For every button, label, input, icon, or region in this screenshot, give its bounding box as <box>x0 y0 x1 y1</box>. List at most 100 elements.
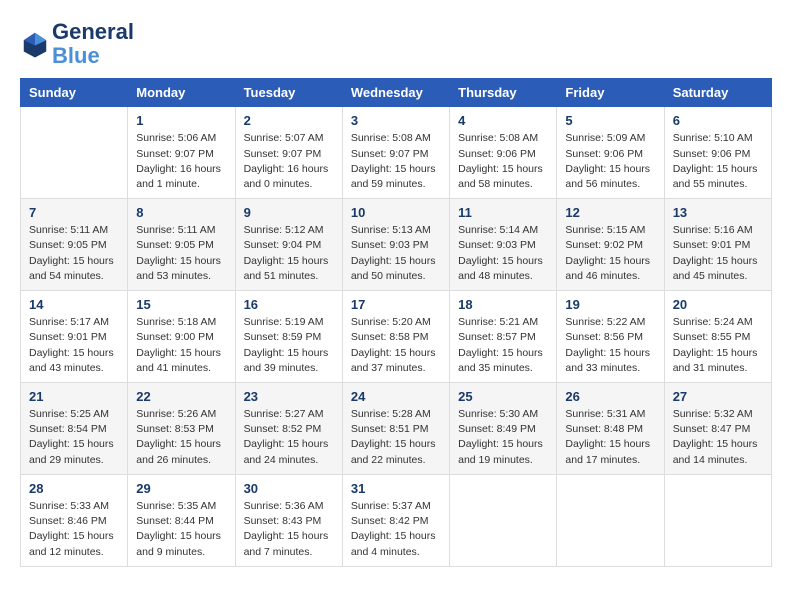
day-info: Sunrise: 5:37 AM Sunset: 8:42 PM Dayligh… <box>351 499 441 560</box>
day-info: Sunrise: 5:07 AM Sunset: 9:07 PM Dayligh… <box>244 131 334 192</box>
day-info: Sunrise: 5:14 AM Sunset: 9:03 PM Dayligh… <box>458 223 548 284</box>
logo: GeneralBlue <box>20 20 134 68</box>
day-info: Sunrise: 5:12 AM Sunset: 9:04 PM Dayligh… <box>244 223 334 284</box>
header-row: SundayMondayTuesdayWednesdayThursdayFrid… <box>21 79 772 107</box>
day-number: 16 <box>244 297 334 312</box>
day-cell: 16 Sunrise: 5:19 AM Sunset: 8:59 PM Dayli… <box>235 291 342 383</box>
day-info: Sunrise: 5:21 AM Sunset: 8:57 PM Dayligh… <box>458 315 548 376</box>
day-number: 11 <box>458 205 548 220</box>
day-number: 6 <box>673 113 763 128</box>
day-cell: 8 Sunrise: 5:11 AM Sunset: 9:05 PM Daylig… <box>128 199 235 291</box>
day-cell: 25 Sunrise: 5:30 AM Sunset: 8:49 PM Dayli… <box>450 383 557 475</box>
day-cell: 2 Sunrise: 5:07 AM Sunset: 9:07 PM Daylig… <box>235 107 342 199</box>
day-info: Sunrise: 5:22 AM Sunset: 8:56 PM Dayligh… <box>565 315 655 376</box>
column-header-thursday: Thursday <box>450 79 557 107</box>
day-cell: 30Sunrise: 5:36 AM Sunset: 8:43 PM Dayli… <box>235 474 342 566</box>
day-cell: 10 Sunrise: 5:13 AM Sunset: 9:03 PM Dayli… <box>342 199 449 291</box>
day-cell: 24 Sunrise: 5:28 AM Sunset: 8:51 PM Dayli… <box>342 383 449 475</box>
day-number: 29 <box>136 481 226 496</box>
day-cell <box>557 474 664 566</box>
day-number: 25 <box>458 389 548 404</box>
day-number: 21 <box>29 389 119 404</box>
day-info: Sunrise: 5:32 AM Sunset: 8:47 PM Dayligh… <box>673 407 763 468</box>
week-row: 28Sunrise: 5:33 AM Sunset: 8:46 PM Dayli… <box>21 474 772 566</box>
column-header-saturday: Saturday <box>664 79 771 107</box>
day-cell: 22 Sunrise: 5:26 AM Sunset: 8:53 PM Dayli… <box>128 383 235 475</box>
day-cell: 17Sunrise: 5:20 AM Sunset: 8:58 PM Dayli… <box>342 291 449 383</box>
day-number: 8 <box>136 205 226 220</box>
week-row: 1 Sunrise: 5:06 AM Sunset: 9:07 PM Daylig… <box>21 107 772 199</box>
day-number: 10 <box>351 205 441 220</box>
day-number: 9 <box>244 205 334 220</box>
day-number: 30 <box>244 481 334 496</box>
day-info: Sunrise: 5:06 AM Sunset: 9:07 PM Dayligh… <box>136 131 226 192</box>
day-cell: 14Sunrise: 5:17 AM Sunset: 9:01 PM Dayli… <box>21 291 128 383</box>
day-info: Sunrise: 5:31 AM Sunset: 8:48 PM Dayligh… <box>565 407 655 468</box>
day-number: 3 <box>351 113 441 128</box>
day-number: 1 <box>136 113 226 128</box>
day-cell: 15Sunrise: 5:18 AM Sunset: 9:00 PM Dayli… <box>128 291 235 383</box>
day-cell <box>664 474 771 566</box>
day-number: 24 <box>351 389 441 404</box>
week-row: 14Sunrise: 5:17 AM Sunset: 9:01 PM Dayli… <box>21 291 772 383</box>
day-info: Sunrise: 5:08 AM Sunset: 9:06 PM Dayligh… <box>458 131 548 192</box>
day-info: Sunrise: 5:15 AM Sunset: 9:02 PM Dayligh… <box>565 223 655 284</box>
day-info: Sunrise: 5:35 AM Sunset: 8:44 PM Dayligh… <box>136 499 226 560</box>
day-cell: 19Sunrise: 5:22 AM Sunset: 8:56 PM Dayli… <box>557 291 664 383</box>
day-cell: 12 Sunrise: 5:15 AM Sunset: 9:02 PM Dayli… <box>557 199 664 291</box>
day-info: Sunrise: 5:20 AM Sunset: 8:58 PM Dayligh… <box>351 315 441 376</box>
day-number: 13 <box>673 205 763 220</box>
column-header-monday: Monday <box>128 79 235 107</box>
day-cell: 1 Sunrise: 5:06 AM Sunset: 9:07 PM Daylig… <box>128 107 235 199</box>
day-info: Sunrise: 5:30 AM Sunset: 8:49 PM Dayligh… <box>458 407 548 468</box>
day-info: Sunrise: 5:11 AM Sunset: 9:05 PM Dayligh… <box>136 223 226 284</box>
week-row: 21 Sunrise: 5:25 AM Sunset: 8:54 PM Dayli… <box>21 383 772 475</box>
day-cell: 20 Sunrise: 5:24 AM Sunset: 8:55 PM Dayli… <box>664 291 771 383</box>
day-info: Sunrise: 5:17 AM Sunset: 9:01 PM Dayligh… <box>29 315 119 376</box>
logo-text: GeneralBlue <box>52 20 134 68</box>
day-info: Sunrise: 5:16 AM Sunset: 9:01 PM Dayligh… <box>673 223 763 284</box>
day-info: Sunrise: 5:11 AM Sunset: 9:05 PM Dayligh… <box>29 223 119 284</box>
day-info: Sunrise: 5:25 AM Sunset: 8:54 PM Dayligh… <box>29 407 119 468</box>
day-cell: 13 Sunrise: 5:16 AM Sunset: 9:01 PM Dayli… <box>664 199 771 291</box>
day-number: 5 <box>565 113 655 128</box>
day-number: 12 <box>565 205 655 220</box>
day-cell: 29 Sunrise: 5:35 AM Sunset: 8:44 PM Dayli… <box>128 474 235 566</box>
page-header: GeneralBlue <box>20 20 772 68</box>
week-row: 7Sunrise: 5:11 AM Sunset: 9:05 PM Daylig… <box>21 199 772 291</box>
day-number: 23 <box>244 389 334 404</box>
day-info: Sunrise: 5:13 AM Sunset: 9:03 PM Dayligh… <box>351 223 441 284</box>
day-number: 18 <box>458 297 548 312</box>
column-header-tuesday: Tuesday <box>235 79 342 107</box>
day-info: Sunrise: 5:09 AM Sunset: 9:06 PM Dayligh… <box>565 131 655 192</box>
day-info: Sunrise: 5:19 AM Sunset: 8:59 PM Dayligh… <box>244 315 334 376</box>
day-cell: 28Sunrise: 5:33 AM Sunset: 8:46 PM Dayli… <box>21 474 128 566</box>
day-cell: 9 Sunrise: 5:12 AM Sunset: 9:04 PM Daylig… <box>235 199 342 291</box>
day-cell: 26 Sunrise: 5:31 AM Sunset: 8:48 PM Dayli… <box>557 383 664 475</box>
day-cell: 11 Sunrise: 5:14 AM Sunset: 9:03 PM Dayli… <box>450 199 557 291</box>
day-cell: 31 Sunrise: 5:37 AM Sunset: 8:42 PM Dayli… <box>342 474 449 566</box>
column-header-wednesday: Wednesday <box>342 79 449 107</box>
day-cell <box>450 474 557 566</box>
day-info: Sunrise: 5:18 AM Sunset: 9:00 PM Dayligh… <box>136 315 226 376</box>
day-cell: 7Sunrise: 5:11 AM Sunset: 9:05 PM Daylig… <box>21 199 128 291</box>
column-header-sunday: Sunday <box>21 79 128 107</box>
calendar-table: SundayMondayTuesdayWednesdayThursdayFrid… <box>20 78 772 566</box>
logo-icon <box>20 29 50 59</box>
day-cell <box>21 107 128 199</box>
day-info: Sunrise: 5:08 AM Sunset: 9:07 PM Dayligh… <box>351 131 441 192</box>
day-cell: 3 Sunrise: 5:08 AM Sunset: 9:07 PM Daylig… <box>342 107 449 199</box>
day-number: 31 <box>351 481 441 496</box>
day-number: 2 <box>244 113 334 128</box>
day-number: 26 <box>565 389 655 404</box>
day-number: 20 <box>673 297 763 312</box>
day-info: Sunrise: 5:26 AM Sunset: 8:53 PM Dayligh… <box>136 407 226 468</box>
day-info: Sunrise: 5:10 AM Sunset: 9:06 PM Dayligh… <box>673 131 763 192</box>
day-number: 22 <box>136 389 226 404</box>
day-info: Sunrise: 5:24 AM Sunset: 8:55 PM Dayligh… <box>673 315 763 376</box>
day-info: Sunrise: 5:33 AM Sunset: 8:46 PM Dayligh… <box>29 499 119 560</box>
day-info: Sunrise: 5:28 AM Sunset: 8:51 PM Dayligh… <box>351 407 441 468</box>
day-number: 4 <box>458 113 548 128</box>
day-cell: 21 Sunrise: 5:25 AM Sunset: 8:54 PM Dayli… <box>21 383 128 475</box>
column-header-friday: Friday <box>557 79 664 107</box>
